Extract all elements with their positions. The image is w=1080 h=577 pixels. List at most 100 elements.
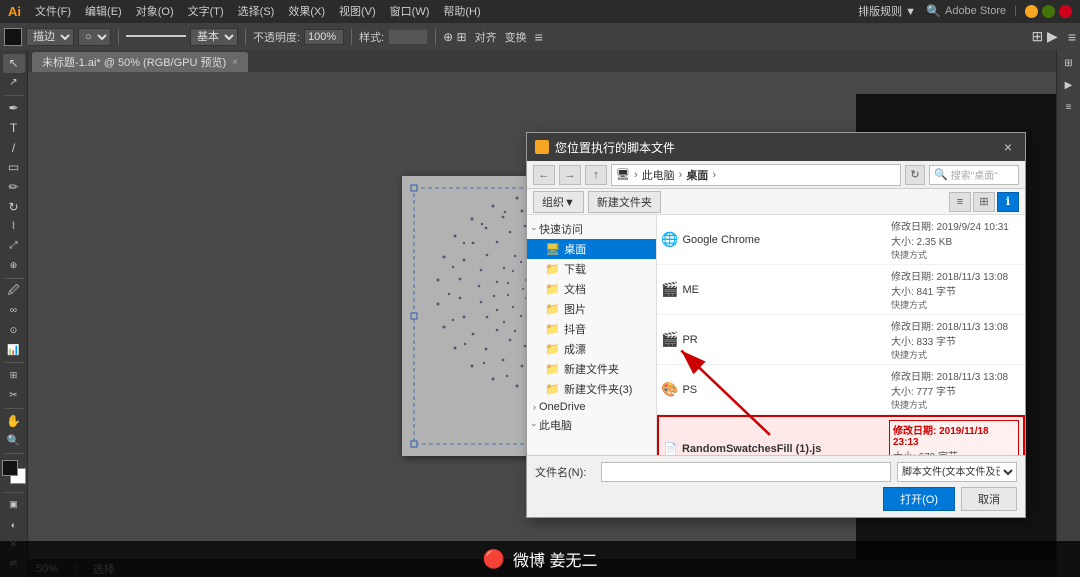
view-info-btn[interactable]: ℹ xyxy=(997,192,1019,212)
quick-access-header[interactable]: › 快速访问 xyxy=(527,219,656,239)
document-tab[interactable]: 未标题-1.ai* @ 50% (RGB/GPU 预览) × xyxy=(32,52,248,72)
grid-icon[interactable]: ⊞ ▶ xyxy=(1031,28,1057,45)
file-row-me[interactable]: 🎬 ME 修改日期: 2018/11/3 13:08 大小: 841 字节 快捷… xyxy=(657,265,1025,315)
file-row-js[interactable]: 📄 RandomSwatchesFill (1).js 修改日期: 2019/1… xyxy=(657,415,1025,455)
color-mode-btn[interactable]: ▣ xyxy=(3,496,25,515)
eyedropper-tool[interactable]: 🖉 xyxy=(3,282,25,301)
line-tool[interactable]: / xyxy=(3,138,25,157)
icons-right: ⊕ ⊞ xyxy=(443,30,466,44)
new-folder-button[interactable]: 新建文件夹 xyxy=(588,191,661,213)
scale-tool[interactable]: ⤢ xyxy=(3,236,25,255)
rotate-tool[interactable]: ↻ xyxy=(3,197,25,216)
back-button[interactable]: ← xyxy=(533,165,555,185)
forward-button[interactable]: → xyxy=(559,165,581,185)
chrome-date: 修改日期: 2019/9/24 10:31 大小: 2.35 KB 快捷方式 xyxy=(891,218,1021,261)
type-tool[interactable]: T xyxy=(3,119,25,138)
select-tool[interactable]: ↖ xyxy=(3,54,25,73)
dialog-content: › 快速访问 🖥 桌面 📁 下载 xyxy=(527,215,1025,455)
file-row-ps[interactable]: 🎨 PS 修改日期: 2018/11/3 13:08 大小: 777 字节 快捷… xyxy=(657,365,1025,415)
symbol-sprayer-tool[interactable]: ⊙ xyxy=(3,321,25,340)
stroke-shape-select[interactable]: ○ xyxy=(78,28,111,46)
path-segment-pc[interactable]: 此电脑 xyxy=(642,167,675,183)
path-segment-home[interactable]: 🖥 xyxy=(616,168,630,181)
menu-select[interactable]: 选择(S) xyxy=(232,1,281,21)
nav-item-documents[interactable]: 📁 文档 xyxy=(527,279,656,299)
right-panel-btn-2[interactable]: ▶ xyxy=(1060,76,1078,94)
shape-builder-tool[interactable]: ⊕ xyxy=(3,256,25,275)
cancel-button[interactable]: 取消 xyxy=(961,487,1017,511)
transform-label[interactable]: 变换 xyxy=(505,29,527,45)
close-button[interactable] xyxy=(1059,5,1072,18)
layout-rules-btn[interactable]: 排版规则 ▼ xyxy=(852,3,922,19)
onedrive-header[interactable]: › OneDrive xyxy=(527,399,656,415)
rect-tool[interactable]: ▭ xyxy=(3,158,25,177)
nav-label-newfolder3: 新建文件夹(3) xyxy=(564,381,632,397)
menu-window[interactable]: 窗口(W) xyxy=(384,1,436,21)
menu-view[interactable]: 视图(V) xyxy=(333,1,382,21)
menu-object[interactable]: 对象(O) xyxy=(130,1,180,21)
nav-item-pictures[interactable]: 📁 图片 xyxy=(527,299,656,319)
artboard-tool[interactable]: ⊞ xyxy=(3,366,25,385)
tab-bar: 未标题-1.ai* @ 50% (RGB/GPU 预览) × xyxy=(28,50,1056,72)
align-label[interactable]: 对齐 xyxy=(475,29,497,45)
newfolder-icon: 📁 xyxy=(545,362,560,376)
brush-tool[interactable]: ✏ xyxy=(3,178,25,197)
search-icon[interactable]: 🔍 xyxy=(926,4,941,18)
graph-tool[interactable]: 📊 xyxy=(3,341,25,360)
fill-swatch[interactable] xyxy=(4,28,22,46)
menu-edit[interactable]: 编辑(E) xyxy=(79,1,128,21)
file-row-pr[interactable]: 🎬 PR 修改日期: 2018/11/3 13:08 大小: 833 字节 快捷… xyxy=(657,315,1025,365)
thispc-label: 此电脑 xyxy=(539,417,572,433)
open-button[interactable]: 打开(O) xyxy=(883,487,955,511)
nav-item-desktop[interactable]: 🖥 桌面 xyxy=(527,239,656,259)
documents-icon: 📁 xyxy=(545,282,560,296)
filename-input[interactable] xyxy=(601,462,891,482)
opacity-input[interactable] xyxy=(304,29,344,45)
refresh-button[interactable]: ↻ xyxy=(905,165,925,185)
zoom-tool[interactable]: 🔍 xyxy=(3,431,25,450)
direct-select-tool[interactable]: ↗ xyxy=(3,74,25,93)
control-toolbar: 描边 ○ 基本 不透明度: 样式: ⊕ ⊞ 对齐 变换 ≡ ⊞ ▶ ≡ xyxy=(0,22,1080,50)
path-segment-desktop[interactable]: 桌面 xyxy=(686,167,708,183)
gradient-btn[interactable]: ◐ xyxy=(3,515,25,534)
filename-label: 文件名(N): xyxy=(535,464,595,480)
menu-file[interactable]: 文件(F) xyxy=(29,1,77,21)
mode-select[interactable]: 描边 xyxy=(26,28,74,46)
ps-type: 快捷方式 xyxy=(891,398,1021,411)
tab-close-btn[interactable]: × xyxy=(232,57,238,68)
color-swatches[interactable] xyxy=(2,460,26,480)
menu-type[interactable]: 文字(T) xyxy=(182,1,230,21)
menu-help[interactable]: 帮助(H) xyxy=(437,1,486,21)
foreground-color[interactable] xyxy=(2,460,18,476)
stroke-type-select[interactable]: 基本 xyxy=(190,28,238,46)
search-box[interactable]: 🔍 搜索"桌面" xyxy=(929,165,1019,185)
dialog-bottom: 文件名(N): 脚本文件(文本文件及已解析文件▼ 打开(O) 取消 xyxy=(527,455,1025,517)
panel-toggle-icon[interactable]: ≡ xyxy=(1068,29,1076,45)
nav-item-douyin[interactable]: 📁 抖音 xyxy=(527,319,656,339)
nav-item-newfolder[interactable]: 📁 新建文件夹 xyxy=(527,359,656,379)
hand-tool[interactable]: ✋ xyxy=(3,411,25,430)
up-button[interactable]: ↑ xyxy=(585,165,607,185)
thispc-header[interactable]: › 此电脑 xyxy=(527,415,656,435)
dialog-close-button[interactable]: × xyxy=(999,138,1017,156)
blend-tool[interactable]: ∞ xyxy=(3,302,25,321)
file-row-chrome[interactable]: 🌐 Google Chrome 修改日期: 2019/9/24 10:31 大小… xyxy=(657,215,1025,265)
more-btn[interactable]: ≡ xyxy=(535,29,543,45)
nav-item-chengpiao[interactable]: 📁 成漂 xyxy=(527,339,656,359)
maximize-button[interactable] xyxy=(1042,5,1055,18)
right-panel-btn-3[interactable]: ≡ xyxy=(1060,98,1078,116)
slice-tool[interactable]: ✂ xyxy=(3,386,25,405)
dialog-nav-tree: › 快速访问 🖥 桌面 📁 下载 xyxy=(527,215,657,455)
nav-item-downloads[interactable]: 📁 下载 xyxy=(527,259,656,279)
right-panel-btn-1[interactable]: ⊞ xyxy=(1060,54,1078,72)
menu-effect[interactable]: 效果(X) xyxy=(282,1,331,21)
warp-tool[interactable]: ⌇ xyxy=(3,217,25,236)
view-details-btn[interactable]: ⊞ xyxy=(973,192,995,212)
organize-button[interactable]: 组织▼ xyxy=(533,191,584,213)
filetype-select[interactable]: 脚本文件(文本文件及已解析文件▼ xyxy=(897,462,1017,482)
nav-item-newfolder3[interactable]: 📁 新建文件夹(3) xyxy=(527,379,656,399)
pen-tool[interactable]: ✒ xyxy=(3,99,25,118)
minimize-button[interactable] xyxy=(1025,5,1038,18)
store-link[interactable]: Adobe Store xyxy=(945,5,1006,17)
view-list-btn[interactable]: ≡ xyxy=(949,192,971,212)
